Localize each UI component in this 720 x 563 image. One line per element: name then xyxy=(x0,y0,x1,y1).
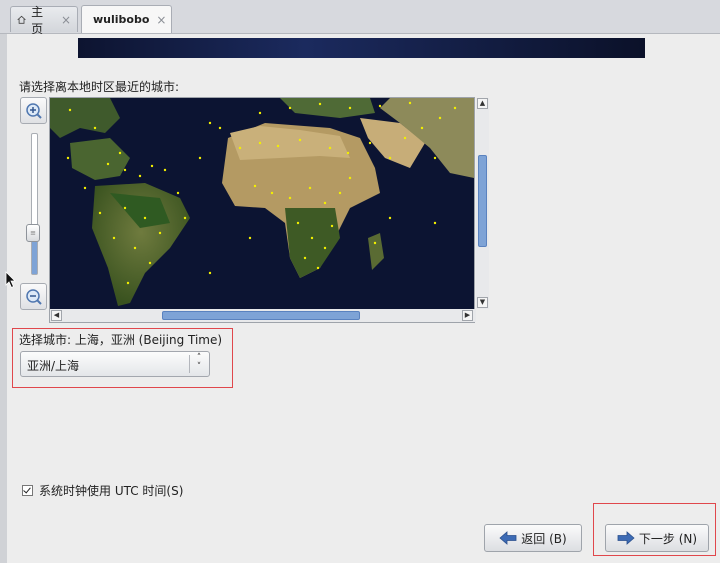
world-map-view[interactable]: ▲ ▼ ◀ ▶ xyxy=(49,97,489,323)
zoom-out-button[interactable] xyxy=(20,283,47,310)
map-vertical-scrollbar[interactable]: ▲ ▼ xyxy=(476,98,489,309)
home-icon xyxy=(17,15,26,24)
chevron-updown-icon: ˄ ˅ xyxy=(196,353,202,372)
back-button-label: 返回 (B) xyxy=(521,531,567,546)
scroll-right-icon[interactable]: ▶ xyxy=(462,310,473,321)
mouse-cursor-icon xyxy=(5,271,16,289)
back-button[interactable]: 返回 (B) xyxy=(484,524,582,552)
timezone-prompt: 请选择离本地时区最近的城市: xyxy=(19,80,180,94)
tab-wulibobo-label: wulibobo xyxy=(93,13,150,26)
map-horizontal-scrollbar[interactable]: ◀ ▶ xyxy=(50,309,476,322)
map-image xyxy=(50,98,474,309)
close-icon[interactable]: × xyxy=(61,13,71,27)
timezone-select-value: 亚洲/上海 xyxy=(27,359,80,373)
tab-bar: 主页 × wulibobo × xyxy=(0,0,720,36)
tab-home[interactable]: 主页 × xyxy=(10,5,78,36)
tab-home-label: 主页 xyxy=(31,4,44,36)
scroll-down-icon[interactable]: ▼ xyxy=(477,297,488,308)
next-button-highlight xyxy=(593,503,716,556)
utc-checkbox-label: 系统时钟使用 UTC 时间(S) xyxy=(39,484,184,498)
arrow-left-icon xyxy=(499,531,517,545)
zoom-slider-handle[interactable]: ≡ xyxy=(26,224,40,242)
scroll-left-icon[interactable]: ◀ xyxy=(51,310,62,321)
zoom-slider-track[interactable] xyxy=(31,133,38,275)
installer-banner xyxy=(78,38,645,58)
scroll-up-icon[interactable]: ▲ xyxy=(477,98,488,109)
zoom-in-button[interactable] xyxy=(20,97,47,124)
zoom-in-icon xyxy=(25,102,42,119)
tab-wulibobo[interactable]: wulibobo × xyxy=(81,5,172,33)
selected-city-label: 选择城市: 上海，亚洲 (Beijing Time) xyxy=(19,333,223,347)
world-map[interactable] xyxy=(50,98,474,309)
vertical-scroll-thumb[interactable] xyxy=(478,155,487,247)
horizontal-scroll-thumb[interactable] xyxy=(162,311,360,320)
timezone-select[interactable]: 亚洲/上海 ˄ ˅ xyxy=(20,351,210,377)
city-selection-block: 选择城市: 上海，亚洲 (Beijing Time) 亚洲/上海 ˄ ˅ xyxy=(12,328,233,388)
zoom-controls: ≡ xyxy=(20,97,49,311)
close-icon[interactable]: × xyxy=(156,13,166,27)
utc-checkbox[interactable] xyxy=(22,485,33,496)
zoom-out-icon xyxy=(25,288,42,305)
utc-option[interactable]: 系统时钟使用 UTC 时间(S) xyxy=(22,482,183,499)
